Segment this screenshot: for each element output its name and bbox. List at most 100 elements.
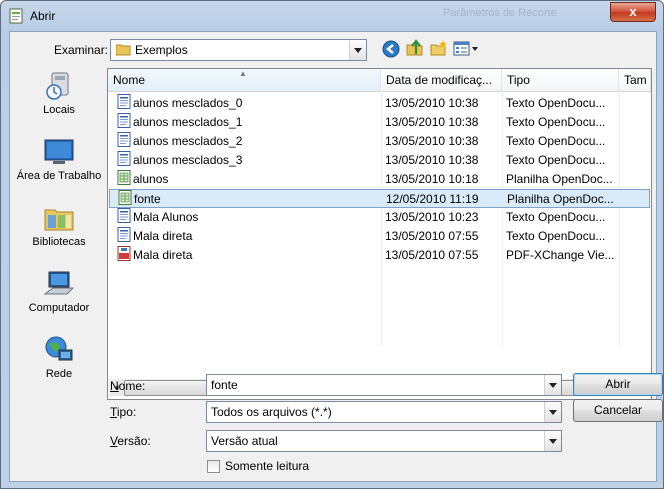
folder-icon [116, 44, 131, 56]
file-row[interactable]: alunos mesclados_0 13/05/2010 10:38 Texto … [109, 94, 650, 113]
file-type-dropdown[interactable]: Todos os arquivos (*.*) [206, 401, 562, 423]
open-dialog-window: Abrir Parâmetros de Recorte x Examinar: … [0, 0, 664, 489]
app-document-icon [9, 8, 23, 24]
file-name-label: Nome: [110, 379, 146, 393]
cancel-button-label: Cancelar [593, 403, 643, 417]
dialog-client-area: Examinar: Exemplos Locais Área de Trabal… [9, 31, 663, 482]
view-menu-icon[interactable] [453, 40, 479, 58]
file-type-cell: Texto OpenDocu... [506, 210, 606, 224]
file-type-cell: Texto OpenDocu... [506, 153, 606, 167]
file-row[interactable]: alunos mesclados_3 13/05/2010 10:38 Texto … [109, 151, 650, 170]
file-name-input[interactable]: fonte [206, 374, 562, 396]
file-date-cell: 12/05/2010 11:19 [386, 192, 479, 206]
chevron-down-icon[interactable] [544, 375, 561, 395]
read-only-checkbox[interactable] [207, 460, 220, 473]
title-bar[interactable]: Abrir Parâmetros de Recorte x [1, 1, 663, 31]
column-date[interactable]: Data de modificaç... [381, 69, 502, 91]
close-icon: x [629, 4, 637, 19]
file-row[interactable]: alunos mesclados_1 13/05/2010 10:38 Texto … [109, 113, 650, 132]
look-in-value: Exemplos [135, 43, 188, 57]
text-doc-icon [117, 94, 131, 109]
places-rede[interactable]: Rede [12, 334, 106, 380]
read-only-label[interactable]: Somente leitura [225, 459, 309, 473]
look-in-label: Examinar: [54, 43, 109, 57]
file-type-cell: Texto OpenDocu... [506, 115, 606, 129]
version-label: Versão: [110, 434, 151, 448]
file-date-cell: 13/05/2010 10:38 [385, 153, 479, 167]
background-window-title: Parâmetros de Recorte [443, 7, 557, 19]
places-area-de-trabalho[interactable]: Área de Trabalho [12, 136, 106, 182]
column-size[interactable]: Tam [619, 69, 651, 91]
file-row[interactable]: fonte 12/05/2010 11:19 Planilha OpenDoc... [109, 189, 650, 208]
places-label: Área de Trabalho [16, 170, 102, 182]
back-icon[interactable] [382, 40, 400, 58]
column-type-label: Tipo [507, 73, 530, 87]
file-row[interactable]: alunos 13/05/2010 10:18 Planilha OpenDoc..… [109, 170, 650, 189]
file-type-cell: Texto OpenDocu... [506, 229, 606, 243]
file-date-cell: 13/05/2010 10:38 [385, 134, 479, 148]
new-folder-icon[interactable] [430, 39, 448, 57]
open-button-label: Abrir [605, 377, 631, 391]
file-name-cell: alunos mesclados_3 [133, 153, 243, 167]
places-bibliotecas[interactable]: Bibliotecas [12, 202, 106, 248]
places-label: Rede [45, 368, 73, 380]
column-size-label: Tam [624, 73, 647, 87]
file-name-cell: Mala Alunos [133, 210, 199, 224]
computer-icon [43, 271, 75, 295]
close-button[interactable]: x [610, 2, 656, 22]
file-date-cell: 13/05/2010 10:23 [385, 210, 479, 224]
file-type-value: Todos os arquivos (*.*) [211, 405, 332, 419]
network-icon [45, 336, 73, 361]
recent-places-icon [46, 72, 69, 100]
file-type-cell: PDF-XChange Vie... [506, 248, 615, 262]
file-date-cell: 13/05/2010 10:38 [385, 96, 479, 110]
look-in-dropdown[interactable]: Exemplos [110, 39, 367, 61]
text-doc-icon [117, 227, 131, 242]
text-doc-icon [117, 151, 131, 166]
open-button[interactable]: Abrir [573, 373, 663, 396]
file-date-cell: 13/05/2010 07:55 [385, 248, 479, 262]
places-computador[interactable]: Computador [12, 268, 106, 314]
text-doc-icon [117, 208, 131, 223]
chevron-down-icon[interactable] [544, 402, 561, 422]
column-header: Nome ▲ Data de modificaç... Tipo Tam [108, 69, 651, 92]
file-type-cell: Texto OpenDocu... [506, 96, 606, 110]
places-label: Locais [43, 104, 75, 116]
places-bar: Locais Área de Trabalho Bibliotecas Comp… [12, 68, 106, 388]
places-label: Computador [28, 302, 90, 314]
file-name-cell: alunos [133, 172, 169, 186]
file-date-cell: 13/05/2010 07:55 [385, 229, 479, 243]
places-label: Bibliotecas [32, 236, 86, 248]
file-list[interactable]: Nome ▲ Data de modificaç... Tipo Tam alu… [107, 68, 652, 400]
up-folder-icon[interactable] [406, 39, 424, 57]
column-type[interactable]: Tipo [502, 69, 619, 91]
chevron-down-icon[interactable] [349, 40, 366, 60]
file-type-cell: Texto OpenDocu... [506, 134, 606, 148]
file-type-cell: Planilha OpenDoc... [507, 192, 614, 206]
text-doc-icon [117, 113, 131, 128]
places-locais[interactable]: Locais [12, 70, 106, 116]
libraries-icon [44, 209, 74, 231]
file-date-cell: 13/05/2010 10:38 [385, 115, 479, 129]
file-name-value: fonte [211, 378, 238, 392]
file-date-cell: 13/05/2010 10:18 [385, 172, 479, 186]
file-name-cell: Mala direta [133, 248, 193, 262]
file-row[interactable]: Mala direta 13/05/2010 07:55 Texto OpenDoc… [109, 227, 650, 246]
file-name-cell: alunos mesclados_1 [133, 115, 243, 129]
file-name-cell: Mala direta [133, 229, 193, 243]
chevron-down-icon[interactable] [544, 431, 561, 451]
window-title: Abrir [30, 9, 56, 23]
cancel-button[interactable]: Cancelar [573, 399, 663, 422]
spreadsheet-icon [118, 190, 132, 205]
desktop-icon [44, 139, 74, 164]
file-row[interactable]: Mala direta 13/05/2010 07:55 PDF-XChange V… [109, 246, 650, 265]
spreadsheet-icon [117, 170, 131, 185]
version-dropdown[interactable]: Versão atual [206, 430, 562, 452]
sort-up-icon: ▲ [239, 69, 247, 78]
file-row[interactable]: alunos mesclados_2 13/05/2010 10:38 Texto … [109, 132, 650, 151]
file-type-label: Tipo: [110, 405, 137, 419]
file-name-cell: alunos mesclados_2 [133, 134, 243, 148]
file-row[interactable]: Mala Alunos 13/05/2010 10:23 Texto OpenDoc… [109, 208, 650, 227]
text-doc-icon [117, 132, 131, 147]
column-date-label: Data de modificaç... [386, 73, 493, 87]
